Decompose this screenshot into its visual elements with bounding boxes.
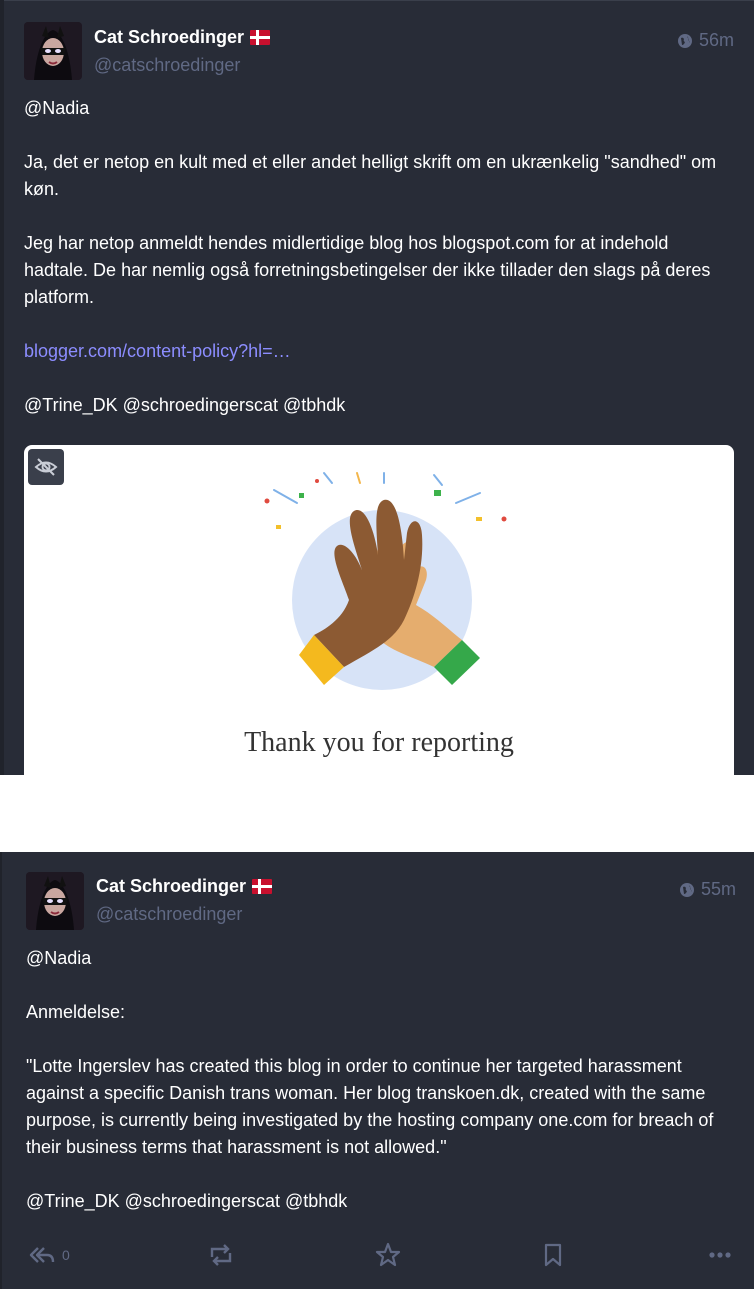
mention-line: @Nadia (26, 948, 92, 968)
account-handle[interactable]: @catschroedinger (96, 904, 242, 925)
more-icon (709, 1252, 731, 1258)
bookmark-icon (544, 1243, 562, 1267)
paragraph: Anmeldelse: (26, 1002, 126, 1022)
reply-all-icon (29, 1247, 55, 1263)
mentions-line: @Trine_DK @schroedingerscat @tbhdk (26, 1191, 348, 1211)
bookmark-button[interactable] (543, 1240, 563, 1270)
status-action-bar: 0 (0, 1240, 754, 1270)
display-name-text[interactable]: Cat Schroedinger (94, 27, 244, 48)
paragraph: Jeg har netop anmeldt hendes midlertidig… (24, 233, 711, 307)
media-caption: Thank you for reporting (244, 727, 514, 758)
avatar[interactable] (24, 22, 82, 80)
status-content: @Nadia Ja, det er netop en kult med et e… (24, 95, 724, 419)
high-five-illustration (264, 472, 507, 690)
flag-dk-icon (252, 879, 273, 894)
display-name[interactable]: Cat Schroedinger (96, 876, 273, 897)
display-name[interactable]: Cat Schroedinger (94, 27, 271, 48)
reply-button[interactable]: 0 (28, 1240, 70, 1270)
flag-dk-icon (250, 30, 271, 45)
display-name-text[interactable]: Cat Schroedinger (96, 876, 246, 897)
media-attachment[interactable]: Thank you for reporting (24, 445, 734, 775)
paragraph: "Lotte Ingerslev has created this blog i… (26, 1056, 714, 1157)
account-handle[interactable]: @catschroedinger (94, 55, 240, 76)
more-button[interactable] (708, 1240, 732, 1270)
timestamp[interactable]: 55m (679, 879, 736, 900)
timestamp-text[interactable]: 55m (701, 879, 736, 900)
reply-count: 0 (62, 1247, 70, 1263)
boost-icon (210, 1244, 232, 1266)
mentions-line: @Trine_DK @schroedingerscat @tbhdk (24, 395, 346, 415)
paragraph: Ja, det er netop en kult med et eller an… (24, 152, 717, 199)
globe-icon (677, 33, 692, 48)
timestamp[interactable]: 56m (677, 30, 734, 51)
avatar[interactable] (26, 872, 84, 930)
boost-button[interactable] (208, 1240, 234, 1270)
status-post-1: Cat Schroedinger @catschroedinger 56m @N… (0, 0, 754, 775)
status-content: @Nadia Anmeldelse: "Lotte Ingerslev has … (26, 945, 738, 1215)
status-post-2: Cat Schroedinger @catschroedinger 55m @N… (0, 852, 754, 1289)
timestamp-text[interactable]: 56m (699, 30, 734, 51)
mention-line: @Nadia (24, 98, 90, 118)
globe-icon (679, 882, 694, 897)
favourite-button[interactable] (375, 1240, 401, 1270)
star-icon (375, 1242, 401, 1267)
content-link[interactable]: blogger.com/content-policy?hl=… (24, 338, 724, 365)
